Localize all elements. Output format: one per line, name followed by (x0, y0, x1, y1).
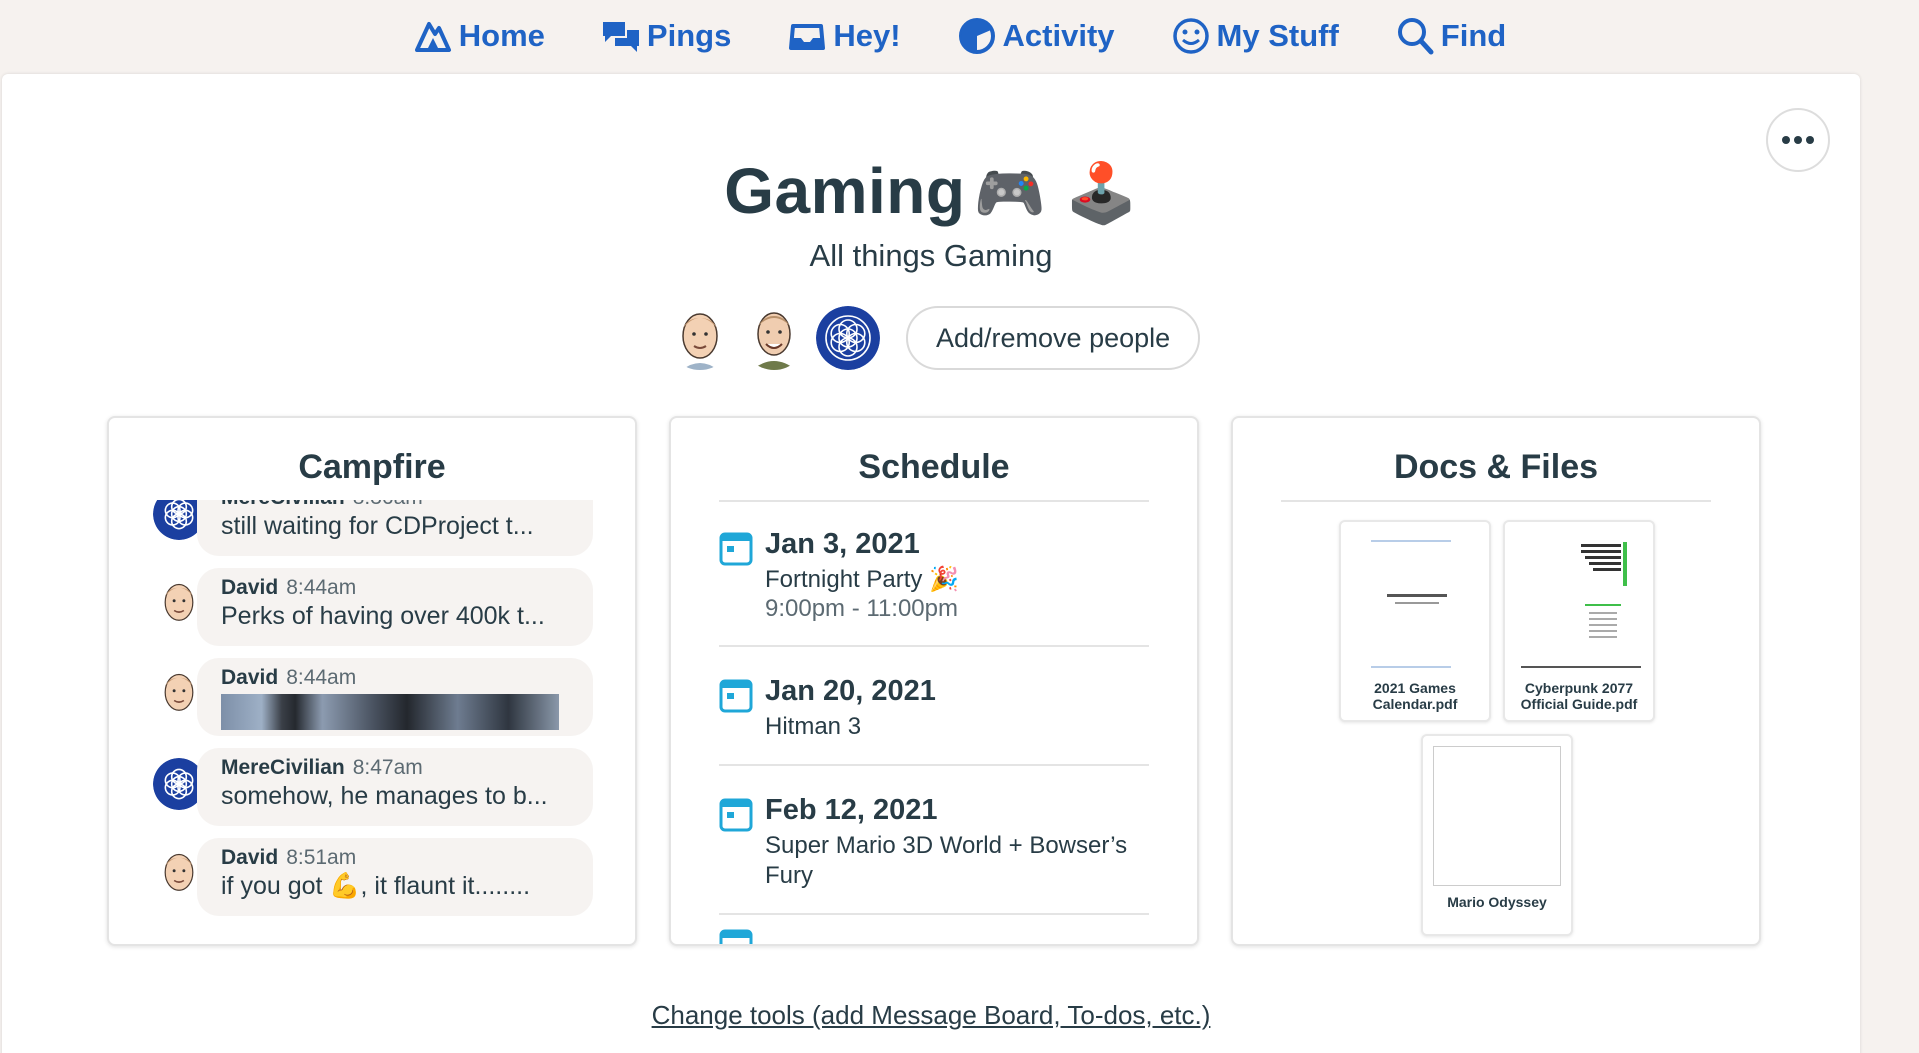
chat-author: David (221, 666, 279, 689)
nav-pings-label: Pings (646, 18, 732, 53)
chat-bubble[interactable]: MereCivilian 8:36am still waiting for CDP… (197, 500, 593, 556)
nav-home-label: Home (458, 18, 545, 53)
chat-meta: David 8:51am (221, 846, 593, 870)
event-time: 9:00pm - 11:00pm (765, 595, 958, 622)
calendar-icon (719, 929, 753, 944)
top-navigation: Home Pings Hey! Activity My Stuff Find (0, 0, 1919, 72)
nav-hey-label: Hey! (833, 18, 901, 53)
campfire-card[interactable]: Campfire MereCivilian 8:36am still waitin… (107, 416, 637, 946)
chat-bubble[interactable]: David 8:51am if you got 💪, it flaunt it..… (197, 838, 593, 916)
my-stuff-icon (1172, 18, 1209, 54)
event-name: Fortnight Party 🎉 (765, 566, 959, 593)
more-dot-icon (1806, 136, 1814, 144)
chat-image-attachment[interactable] (221, 694, 559, 730)
chat-bubble[interactable]: MereCivilian 8:47am somehow, he manages t… (197, 748, 593, 826)
chat-time: 8:51am (286, 846, 357, 869)
pdf-thumbnail-icon (1351, 532, 1483, 672)
people-row: Add/remove people (668, 306, 1201, 370)
chat-bubble[interactable]: David 8:44am (197, 658, 593, 736)
home-icon (414, 22, 451, 52)
activity-icon (958, 18, 995, 54)
chat-meta: MereCivilian 8:47am (221, 756, 593, 780)
chat-text: somehow, he manages to b... (221, 782, 548, 810)
event-name: Hitman 3 (765, 713, 862, 740)
more-dot-icon (1782, 136, 1790, 144)
nav-activity[interactable]: Activity (957, 16, 1115, 56)
project-title-emoji: 🎮 🕹️ (973, 159, 1138, 227)
doc-name: Mario Odyssey (1447, 894, 1547, 910)
event-name: Super Mario 3D World + Bowser’s Fury (765, 832, 1128, 889)
project-card: Gaming 🎮 🕹️ All things Gaming Add/remove… (2, 74, 1860, 1053)
campfire-chat-list: MereCivilian 8:36am still waiting for CDP… (153, 500, 593, 944)
schedule-event-partial[interactable] (719, 915, 1149, 944)
docs-files-card[interactable]: Docs & Files 2021 Games Calendar.pdf Cyb… (1231, 416, 1761, 946)
schedule-event[interactable]: Feb 12, 2021 Super Mario 3D World + Bows… (719, 766, 1149, 915)
hey-icon (789, 24, 826, 50)
schedule-title[interactable]: Schedule (671, 448, 1197, 487)
chat-time: 8:44am (286, 666, 357, 689)
event-date: Jan 3, 2021 (765, 528, 920, 560)
chat-time: 8:47am (352, 756, 423, 779)
doc-name: Cyberpunk 2077 Official Guide.pdf (1520, 680, 1638, 712)
pings-icon (602, 22, 639, 52)
doc-file[interactable]: Cyberpunk 2077 Official Guide.pdf (1503, 520, 1655, 722)
chat-author: MereCivilian (221, 756, 345, 779)
nav-find[interactable]: Find (1395, 16, 1506, 56)
doc-file[interactable]: 2021 Games Calendar.pdf (1339, 520, 1491, 722)
project-title: Gaming 🎮 🕹️ (2, 154, 1860, 228)
avatar-merecivilian[interactable] (816, 306, 880, 370)
chat-meta: David 8:44am (221, 666, 593, 690)
chat-line: MereCivilian 8:36am still waiting for CDP… (153, 500, 593, 556)
avatar-member-two[interactable] (742, 306, 806, 370)
pdf-thumbnail-icon (1515, 532, 1647, 672)
chat-line: David 8:44am (153, 658, 593, 736)
chat-line: David 8:51am if you got 💪, it flaunt it..… (153, 838, 593, 916)
schedule-event-list: Jan 3, 2021 Fortnight Party 🎉 9:00pm - 1… (719, 500, 1149, 944)
chat-author: David (221, 576, 279, 599)
chat-meta: MereCivilian 8:36am (221, 500, 593, 510)
docs-grid: 2021 Games Calendar.pdf Cyberpunk 2077 O… (1281, 500, 1711, 944)
event-date: Feb 12, 2021 (765, 794, 938, 826)
chat-text: Perks of having over 400k t... (221, 602, 545, 630)
schedule-card[interactable]: Schedule Jan 3, 2021 Fortnight Party 🎉 9… (669, 416, 1199, 946)
nav-my-stuff-label: My Stuff (1216, 18, 1339, 53)
chat-line: David 8:44am Perks of having over 400k t.… (153, 568, 593, 646)
chat-author: David (221, 846, 279, 869)
chat-time: 8:36am (353, 500, 423, 509)
change-tools-link[interactable]: Change tools (add Message Board, To-dos,… (2, 1000, 1860, 1031)
chat-time: 8:44am (286, 576, 357, 599)
project-title-text: Gaming (724, 155, 966, 227)
chat-bubble[interactable]: David 8:44am Perks of having over 400k t.… (197, 568, 593, 646)
chat-author: MereCivilian (221, 500, 345, 509)
schedule-event[interactable]: Jan 20, 2021 Hitman 3 (719, 647, 1149, 766)
nav-find-label: Find (1440, 18, 1507, 53)
doc-name: 2021 Games Calendar.pdf (1372, 680, 1458, 712)
campfire-title[interactable]: Campfire (109, 448, 635, 487)
event-date: Jan 20, 2021 (765, 675, 936, 707)
chat-text: still waiting for CDProject t... (221, 512, 534, 540)
schedule-event[interactable]: Jan 3, 2021 Fortnight Party 🎉 9:00pm - 1… (719, 500, 1149, 647)
more-dot-icon (1794, 136, 1802, 144)
chat-meta: David 8:44am (221, 576, 593, 600)
docs-files-title[interactable]: Docs & Files (1233, 448, 1759, 487)
nav-activity-label: Activity (1002, 18, 1115, 53)
calendar-icon (719, 679, 753, 713)
doc-file[interactable]: Mario Odyssey (1421, 734, 1573, 936)
blank-doc-thumbnail-icon (1433, 746, 1561, 886)
project-subtitle: All things Gaming (809, 238, 1053, 273)
calendar-icon (719, 532, 753, 566)
calendar-icon (719, 798, 753, 832)
nav-my-stuff[interactable]: My Stuff (1171, 16, 1339, 56)
avatar-david[interactable] (668, 306, 732, 370)
nav-hey[interactable]: Hey! (787, 16, 901, 56)
nav-pings[interactable]: Pings (601, 16, 731, 56)
chat-line: MereCivilian 8:47am somehow, he manages t… (153, 748, 593, 826)
nav-home[interactable]: Home (413, 16, 545, 56)
add-remove-people-button[interactable]: Add/remove people (906, 306, 1201, 370)
find-icon (1397, 18, 1434, 55)
chat-text: if you got 💪, it flaunt it........ (221, 872, 531, 900)
